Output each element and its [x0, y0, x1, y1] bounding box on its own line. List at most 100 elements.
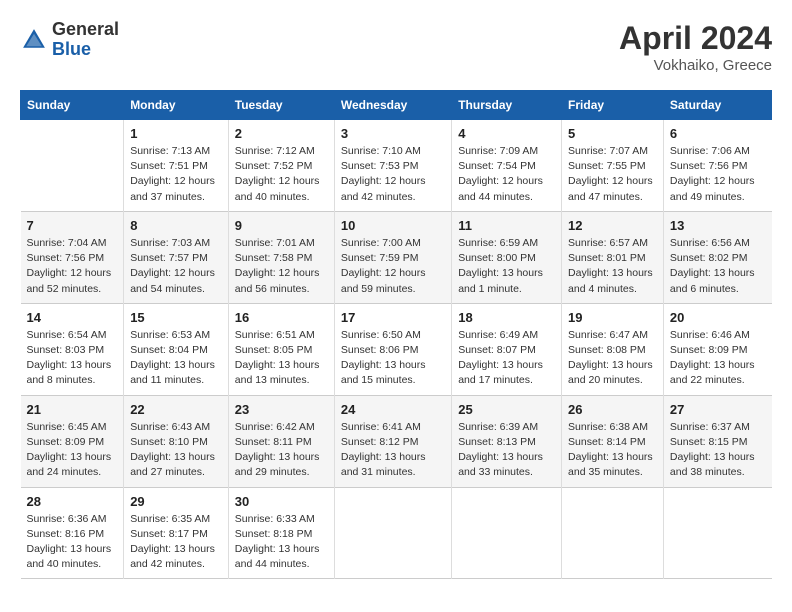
day-number: 1: [130, 126, 222, 141]
header-monday: Monday: [124, 91, 229, 120]
day-number: 12: [568, 218, 657, 233]
calendar-cell: 30 Sunrise: 6:33 AMSunset: 8:18 PMDayligh…: [228, 487, 334, 579]
calendar-cell: 7Sunrise: 7:04 AMSunset: 7:56 PMDaylight…: [21, 211, 124, 303]
day-number: 19: [568, 310, 657, 325]
logo-general: General: [52, 19, 119, 39]
location: Vokhaiko, Greece: [619, 57, 772, 74]
calendar-cell: 8Sunrise: 7:03 AMSunset: 7:57 PMDaylight…: [124, 211, 229, 303]
day-number: 18: [458, 310, 555, 325]
calendar-cell: 28 Sunrise: 6:36 AMSunset: 8:16 PMDayligh…: [21, 487, 124, 579]
day-info: Sunrise: 7:00 AMSunset: 7:59 PMDaylight:…: [341, 236, 445, 297]
calendar-cell: 24 Sunrise: 6:41 AMSunset: 8:12 PMDayligh…: [334, 395, 451, 487]
title-block: April 2024 Vokhaiko, Greece: [619, 20, 772, 74]
calendar-cell: 22Sunrise: 6:43 AMSunset: 8:10 PMDayligh…: [124, 395, 229, 487]
header-saturday: Saturday: [663, 91, 771, 120]
header-thursday: Thursday: [452, 91, 562, 120]
calendar-cell: 11 Sunrise: 6:59 AMSunset: 8:00 PMDayligh…: [452, 211, 562, 303]
day-info: Sunrise: 6:42 AMSunset: 8:11 PMDaylight:…: [235, 420, 328, 481]
header-friday: Friday: [562, 91, 664, 120]
day-number: 25: [458, 402, 555, 417]
day-info: Sunrise: 7:07 AMSunset: 7:55 PMDaylight:…: [568, 144, 657, 205]
day-info: Sunrise: 6:41 AMSunset: 8:12 PMDaylight:…: [341, 420, 445, 481]
header-sunday: Sunday: [21, 91, 124, 120]
calendar-cell: 19 Sunrise: 6:47 AMSunset: 8:08 PMDayligh…: [562, 303, 664, 395]
day-info: Sunrise: 6:54 AMSunset: 8:03 PMDaylight:…: [27, 328, 118, 389]
day-number: 10: [341, 218, 445, 233]
header-tuesday: Tuesday: [228, 91, 334, 120]
day-number: 29: [130, 494, 222, 509]
calendar-cell: 23 Sunrise: 6:42 AMSunset: 8:11 PMDayligh…: [228, 395, 334, 487]
calendar-cell: 12 Sunrise: 6:57 AMSunset: 8:01 PMDayligh…: [562, 211, 664, 303]
day-info: Sunrise: 7:13 AMSunset: 7:51 PMDaylight:…: [130, 144, 222, 205]
day-number: 5: [568, 126, 657, 141]
day-number: 21: [27, 402, 118, 417]
day-number: 15: [130, 310, 222, 325]
calendar-table: SundayMondayTuesdayWednesdayThursdayFrid…: [20, 90, 772, 579]
day-number: 6: [670, 126, 766, 141]
calendar-cell: 9 Sunrise: 7:01 AMSunset: 7:58 PMDaylight…: [228, 211, 334, 303]
day-info: Sunrise: 6:37 AMSunset: 8:15 PMDaylight:…: [670, 420, 766, 481]
day-number: 24: [341, 402, 445, 417]
day-number: 16: [235, 310, 328, 325]
calendar-cell: [21, 120, 124, 212]
day-info: Sunrise: 7:01 AMSunset: 7:58 PMDaylight:…: [235, 236, 328, 297]
day-info: Sunrise: 6:38 AMSunset: 8:14 PMDaylight:…: [568, 420, 657, 481]
calendar-cell: 21 Sunrise: 6:45 AMSunset: 8:09 PMDayligh…: [21, 395, 124, 487]
day-number: 23: [235, 402, 328, 417]
calendar-cell: [334, 487, 451, 579]
calendar-cell: 13 Sunrise: 6:56 AMSunset: 8:02 PMDayligh…: [663, 211, 771, 303]
day-info: Sunrise: 6:57 AMSunset: 8:01 PMDaylight:…: [568, 236, 657, 297]
day-info: Sunrise: 7:06 AMSunset: 7:56 PMDaylight:…: [670, 144, 766, 205]
day-info: Sunrise: 6:53 AMSunset: 8:04 PMDaylight:…: [130, 328, 222, 389]
week-row-3: 14 Sunrise: 6:54 AMSunset: 8:03 PMDayligh…: [21, 303, 772, 395]
day-info: Sunrise: 7:09 AMSunset: 7:54 PMDaylight:…: [458, 144, 555, 205]
week-row-1: 1 Sunrise: 7:13 AMSunset: 7:51 PMDaylight…: [21, 120, 772, 212]
day-info: Sunrise: 6:59 AMSunset: 8:00 PMDaylight:…: [458, 236, 555, 297]
calendar-cell: [663, 487, 771, 579]
calendar-cell: 18 Sunrise: 6:49 AMSunset: 8:07 PMDayligh…: [452, 303, 562, 395]
day-info: Sunrise: 6:33 AMSunset: 8:18 PMDaylight:…: [235, 512, 328, 573]
day-info: Sunrise: 7:10 AMSunset: 7:53 PMDaylight:…: [341, 144, 445, 205]
day-number: 27: [670, 402, 766, 417]
day-info: Sunrise: 6:35 AMSunset: 8:17 PMDaylight:…: [130, 512, 222, 573]
calendar-cell: 16 Sunrise: 6:51 AMSunset: 8:05 PMDayligh…: [228, 303, 334, 395]
calendar-cell: 17Sunrise: 6:50 AMSunset: 8:06 PMDayligh…: [334, 303, 451, 395]
day-info: Sunrise: 6:47 AMSunset: 8:08 PMDaylight:…: [568, 328, 657, 389]
day-info: Sunrise: 6:51 AMSunset: 8:05 PMDaylight:…: [235, 328, 328, 389]
day-number: 30: [235, 494, 328, 509]
week-row-2: 7Sunrise: 7:04 AMSunset: 7:56 PMDaylight…: [21, 211, 772, 303]
day-number: 26: [568, 402, 657, 417]
logo-icon: [20, 26, 48, 54]
day-number: 22: [130, 402, 222, 417]
calendar-cell: 6 Sunrise: 7:06 AMSunset: 7:56 PMDaylight…: [663, 120, 771, 212]
logo: General Blue: [20, 20, 119, 60]
week-row-5: 28 Sunrise: 6:36 AMSunset: 8:16 PMDayligh…: [21, 487, 772, 579]
day-number: 14: [27, 310, 118, 325]
month-title: April 2024: [619, 20, 772, 57]
day-number: 28: [27, 494, 118, 509]
day-number: 20: [670, 310, 766, 325]
day-info: Sunrise: 6:45 AMSunset: 8:09 PMDaylight:…: [27, 420, 118, 481]
day-number: 9: [235, 218, 328, 233]
day-info: Sunrise: 7:12 AMSunset: 7:52 PMDaylight:…: [235, 144, 328, 205]
day-number: 13: [670, 218, 766, 233]
day-info: Sunrise: 6:49 AMSunset: 8:07 PMDaylight:…: [458, 328, 555, 389]
day-info: Sunrise: 6:46 AMSunset: 8:09 PMDaylight:…: [670, 328, 766, 389]
calendar-cell: 14 Sunrise: 6:54 AMSunset: 8:03 PMDayligh…: [21, 303, 124, 395]
day-info: Sunrise: 6:36 AMSunset: 8:16 PMDaylight:…: [27, 512, 118, 573]
page-header: General Blue April 2024 Vokhaiko, Greece: [20, 20, 772, 74]
calendar-cell: 2Sunrise: 7:12 AMSunset: 7:52 PMDaylight…: [228, 120, 334, 212]
calendar-cell: 20 Sunrise: 6:46 AMSunset: 8:09 PMDayligh…: [663, 303, 771, 395]
day-number: 7: [27, 218, 118, 233]
calendar-cell: 1 Sunrise: 7:13 AMSunset: 7:51 PMDaylight…: [124, 120, 229, 212]
day-number: 4: [458, 126, 555, 141]
day-number: 11: [458, 218, 555, 233]
day-number: 8: [130, 218, 222, 233]
day-info: Sunrise: 6:39 AMSunset: 8:13 PMDaylight:…: [458, 420, 555, 481]
calendar-cell: 4 Sunrise: 7:09 AMSunset: 7:54 PMDaylight…: [452, 120, 562, 212]
calendar-cell: 25 Sunrise: 6:39 AMSunset: 8:13 PMDayligh…: [452, 395, 562, 487]
day-info: Sunrise: 6:50 AMSunset: 8:06 PMDaylight:…: [341, 328, 445, 389]
logo-blue: Blue: [52, 39, 91, 59]
calendar-cell: [452, 487, 562, 579]
day-info: Sunrise: 6:56 AMSunset: 8:02 PMDaylight:…: [670, 236, 766, 297]
